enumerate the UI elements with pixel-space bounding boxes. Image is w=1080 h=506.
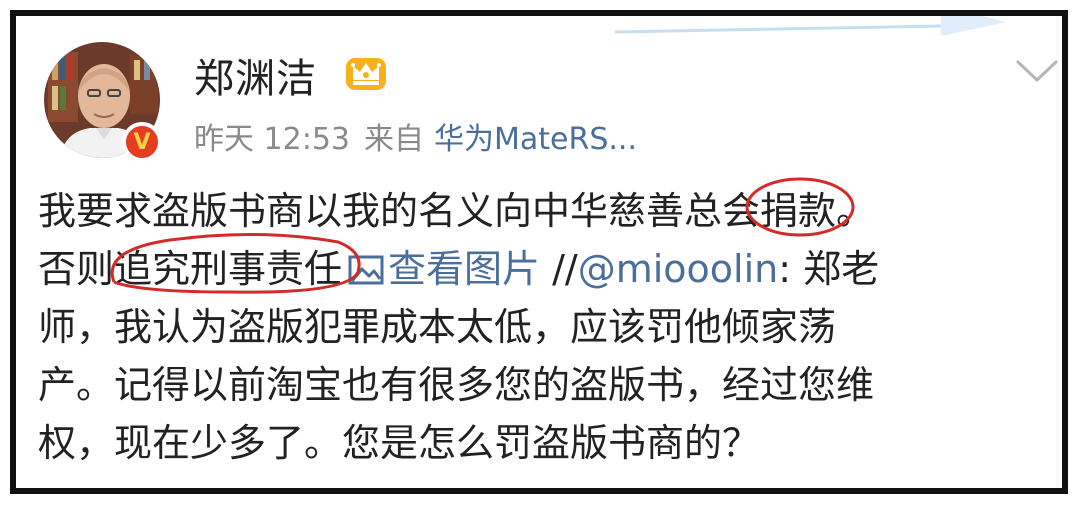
repost-separator: // xyxy=(540,247,578,291)
post-line-2: 否则追究刑事责任 查看图片 //@miooolin: 郑老 xyxy=(38,232,1053,298)
post-line-4: 产。记得以前淘宝也有很多您的盗版书，经过您维 xyxy=(38,363,875,407)
picture-icon xyxy=(348,255,384,285)
verified-badge-icon: V xyxy=(122,122,162,162)
body-text: 否则 xyxy=(38,247,115,291)
mention-link[interactable]: @miooolin xyxy=(578,247,779,291)
author-name[interactable]: 郑渊洁 xyxy=(194,46,317,104)
crown-icon[interactable] xyxy=(344,50,388,92)
source-device-link[interactable]: 华为MateRS... xyxy=(434,122,637,157)
post-body: 我要求盗版书商以我的名义向中华慈善总会捐款。 否则追究刑事责任 查看图片 //@m… xyxy=(38,177,1053,472)
post-line-1: 我要求盗版书商以我的名义向中华慈善总会捐款。 xyxy=(38,177,1053,240)
circled-donate-phrase: 捐款 xyxy=(745,177,855,240)
body-text: 我要求盗版书商以我的名义向中华慈善总会 xyxy=(38,189,761,233)
post-line-5: 权，现在少多了。您是怎么罚盗版书商的？ xyxy=(38,421,761,465)
view-image-link[interactable]: 查看图片 xyxy=(342,247,540,291)
criminal-text: 追究刑事责任 xyxy=(114,247,343,291)
chevron-down-icon[interactable] xyxy=(1014,56,1060,86)
body-text: : 郑老 xyxy=(778,247,880,291)
weibo-post-card: V 郑渊洁 昨天 12:53 来自 华为MateRS... 我要求盗版书商以我的名义… xyxy=(10,10,1068,494)
post-time[interactable]: 昨天 12:53 xyxy=(194,122,350,157)
donate-text: 捐款 xyxy=(760,189,837,233)
source-label: 来自 xyxy=(364,122,424,157)
post-meta: 昨天 12:53 来自 华为MateRS... xyxy=(194,114,637,158)
circled-criminal-phrase: 追究刑事责任 xyxy=(110,232,361,298)
view-image-label: 查看图片 xyxy=(388,247,541,291)
body-text: 。 xyxy=(836,189,875,233)
post-line-3: 师，我认为盗版犯罪成本太低，应该罚他倾家荡 xyxy=(38,305,837,349)
share-arrow-decoration xyxy=(614,16,1007,36)
